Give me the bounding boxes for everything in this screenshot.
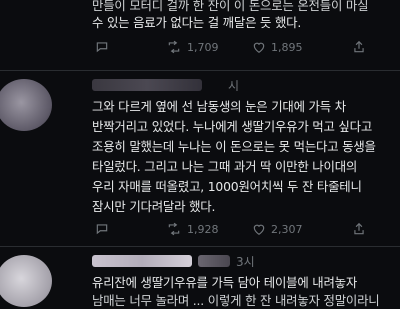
tweet-2-text-line-1: 그와 다르게 옆에 선 남동생의 눈은 기대에 가득 차 — [92, 99, 346, 114]
retweet-button[interactable]: 1,709 — [166, 40, 219, 54]
tweet-2-text-line-3: 조용히 말했는데 누나는 이 돈으로는 못 먹는다고 동생을 — [92, 139, 376, 154]
tweet-3: 3시 유리잔에 생딸기우유를 가득 담아 테이블에 내려놓자 남매는 너무 놀라… — [0, 247, 400, 308]
share-button[interactable] — [352, 222, 366, 236]
tweet-2-text-line-6: 잠시만 기다려달라 했다. — [92, 199, 216, 214]
tweet-1: 만들이 모터디 걸까 한 잔이 이 돈으로는 온전들이 마실 수 있는 음료가 … — [0, 0, 400, 66]
avatar[interactable] — [0, 255, 52, 307]
comment-icon — [96, 224, 108, 235]
retweet-count: 1,709 — [187, 40, 219, 54]
tweet-3-text-line-1: 유리잔에 생딸기우유를 가득 담아 테이블에 내려놓자 — [92, 275, 358, 290]
tweet-1-text-line-1: 만들이 모터디 걸까 한 잔이 이 돈으로는 온전들이 마실 — [92, 0, 369, 13]
share-icon — [354, 222, 364, 235]
blurred-username[interactable] — [92, 255, 192, 267]
tweet-2-text-line-2: 반짝거리고 있었다. 누나에게 생딸기우유가 먹고 싶다고 — [92, 119, 373, 134]
avatar[interactable] — [0, 79, 52, 131]
tweet-1-text-line-2: 수 있는 음료가 없다는 걸 깨달은 듯 했다. — [92, 15, 302, 30]
tweet-2-text-line-5: 우리 자매를 떠올렸고, 1000원어치씩 두 잔 타줄테니 — [92, 179, 362, 194]
like-button[interactable]: 2,307 — [252, 222, 303, 236]
share-button[interactable] — [352, 40, 366, 54]
retweet-count: 1,928 — [187, 222, 219, 236]
heart-icon — [253, 224, 265, 235]
tweet-2: 시 그와 다르게 옆에 선 남동생의 눈은 기대에 가득 차 반짝거리고 있었다… — [0, 71, 400, 244]
retweet-button[interactable]: 1,928 — [166, 222, 219, 236]
tweet-1-actions: 1,709 1,895 — [0, 40, 400, 56]
heart-icon — [253, 42, 265, 53]
like-button[interactable]: 1,895 — [252, 40, 303, 54]
tweet-2-text-line-4: 타일렀다. 그리고 나는 그때 과거 딱 이만한 나이대의 — [92, 159, 358, 174]
comment-button[interactable] — [95, 222, 114, 236]
comment-icon — [96, 42, 108, 53]
share-icon — [354, 40, 364, 53]
like-count: 1,895 — [271, 40, 303, 54]
blurred-username[interactable] — [92, 79, 202, 91]
comment-button[interactable] — [95, 40, 114, 54]
retweet-icon — [168, 40, 180, 54]
like-count: 2,307 — [271, 222, 303, 236]
post-time: 시 — [228, 79, 240, 93]
blurred-handle — [198, 255, 230, 267]
tweet-3-text-line-2: 남매는 너무 놀라며 ... 이렇게 한 잔 내려놓자 정말이라니 — [92, 293, 380, 308]
tweet-2-actions: 1,928 2,307 — [0, 222, 400, 238]
retweet-icon — [168, 222, 180, 236]
post-time: 3시 — [236, 255, 255, 269]
